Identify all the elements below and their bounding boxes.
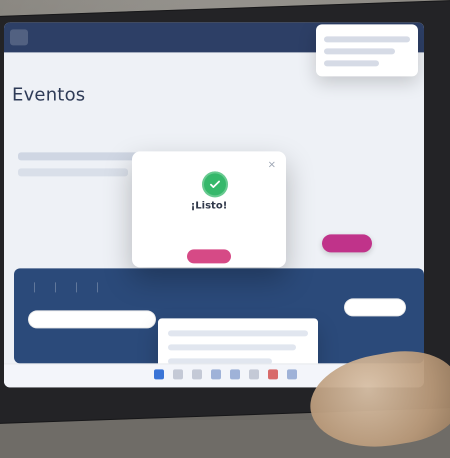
close-icon[interactable]: × [268, 159, 276, 170]
success-modal: × ¡Listo! [132, 151, 286, 268]
table-header [24, 278, 414, 296]
page-title: Eventos [12, 84, 86, 106]
new-item-button[interactable] [322, 234, 372, 253]
app-icon[interactable] [287, 369, 297, 380]
taskbar-icons [154, 369, 297, 380]
filter-control[interactable] [18, 168, 128, 177]
check-circle-icon [202, 171, 228, 198]
browser-icon[interactable] [230, 369, 240, 380]
screen: Eventos × ¡Listo! [4, 22, 424, 388]
modal-title: ¡Listo! [190, 200, 228, 212]
table-search-input[interactable] [28, 310, 156, 329]
settings-icon[interactable] [268, 369, 278, 380]
user-popover [316, 24, 418, 77]
table-header-separator [55, 282, 56, 293]
table-header-separator [34, 282, 35, 293]
table-filter-select[interactable] [344, 298, 406, 317]
app-logo [10, 29, 28, 46]
dropdown-line[interactable] [168, 330, 308, 337]
user-popover-line [324, 60, 380, 67]
task-view-icon[interactable] [192, 369, 202, 380]
modal-ok-button[interactable] [187, 249, 231, 264]
folder-icon[interactable] [211, 369, 221, 380]
dropdown-line[interactable] [168, 344, 296, 351]
table-header-separator [76, 282, 77, 293]
user-popover-line [324, 36, 410, 43]
search-icon[interactable] [173, 369, 183, 380]
top-app-bar [4, 22, 424, 77]
photo-scene: Eventos × ¡Listo! [0, 0, 450, 458]
table-header-separator [97, 282, 98, 293]
mail-icon[interactable] [249, 369, 259, 380]
windows-icon[interactable] [154, 369, 164, 380]
user-popover-line [324, 48, 396, 55]
